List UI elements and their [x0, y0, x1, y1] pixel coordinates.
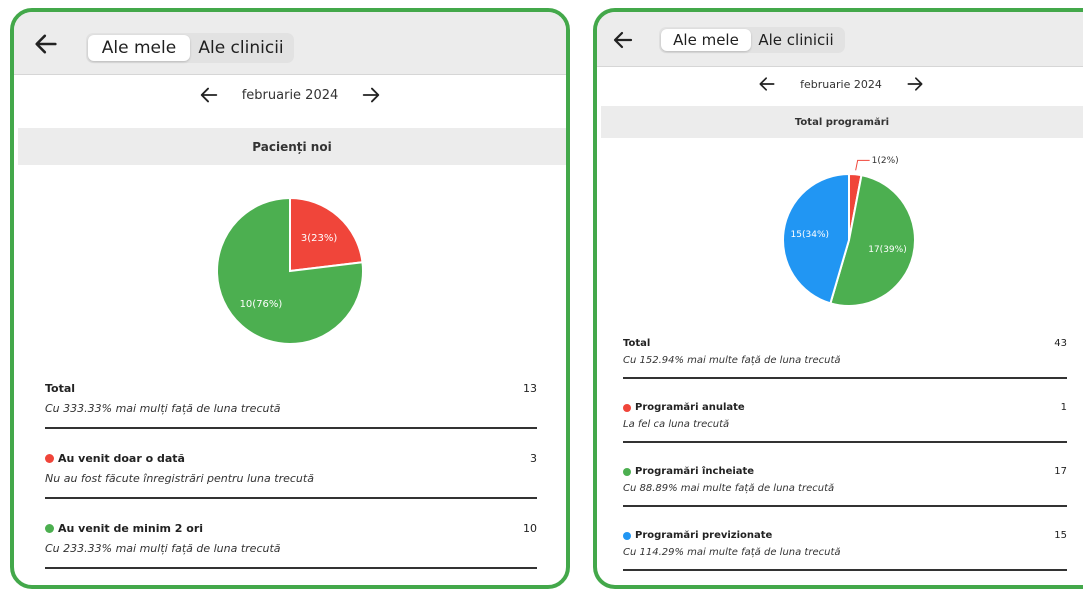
- stat-subtitle: Cu 114.29% mai multe față de luna trecut…: [623, 547, 841, 558]
- stat-row: Au venit de minim 2 ori 10 Cu 233.33% mai …: [45, 522, 537, 569]
- legend-dot-icon: [623, 403, 631, 412]
- month-navigator: februarie 2024: [14, 82, 566, 108]
- stat-subtitle: Cu 88.89% mai multe față de luna trecută: [623, 483, 835, 494]
- stat-row: Total 43 Cu 152.94% mai multe față de luna…: [623, 338, 1067, 379]
- next-month-icon[interactable]: [360, 84, 382, 106]
- prev-month-icon[interactable]: [198, 84, 220, 106]
- stat-title-text: Total: [623, 338, 651, 349]
- stat-value: 3: [530, 452, 537, 465]
- stat-title: Programări previzionate: [623, 530, 772, 541]
- stat-value: 13: [523, 382, 537, 395]
- pie-chart: 3(23%) 10(76%): [216, 196, 364, 345]
- legend-dot-icon: [45, 524, 54, 533]
- pie-slice-label: 15(34%): [791, 230, 829, 240]
- stat-title: Total: [623, 338, 650, 349]
- scope-toggle: Ale mele Ale clinicii: [86, 33, 294, 63]
- stat-value: 10: [523, 522, 537, 535]
- stat-value: 43: [1054, 338, 1067, 349]
- legend-dot-icon: [623, 531, 631, 540]
- stat-title-text: Programări anulate: [635, 402, 745, 413]
- back-arrow-icon[interactable]: [32, 30, 60, 58]
- stat-title: Programări anulate: [623, 402, 745, 413]
- tab-ale-mele[interactable]: Ale mele: [88, 35, 190, 61]
- stat-row: Programări anulate 1 La fel ca luna trecut…: [623, 402, 1067, 443]
- section-title: Total programări: [601, 106, 1083, 138]
- top-bar: Ale mele Ale clinicii: [14, 12, 566, 75]
- section-title: Pacienți noi: [18, 128, 566, 165]
- right-panel: Ale mele Ale clinicii februarie 2024 Tot…: [593, 8, 1083, 589]
- stat-value: 1: [1060, 402, 1067, 413]
- pie-slice-label: 3(23%): [301, 233, 337, 244]
- pie-chart: 1(2%) 17(39%) 15(34%): [782, 156, 916, 307]
- stat-title-text: Au venit de minim 2 ori: [58, 522, 204, 535]
- pie-slice-label: 10(76%): [240, 299, 283, 310]
- stat-subtitle: La fel ca luna trecută: [623, 419, 730, 430]
- stat-row: Total 13 Cu 333.33% mai mulți față de luna…: [45, 382, 537, 429]
- stat-row: Programări previzionate 15 Cu 114.29% mai …: [623, 530, 1067, 571]
- pie-slice-label: 1(2%): [872, 156, 899, 166]
- next-month-icon[interactable]: [905, 74, 925, 94]
- tab-ale-mele[interactable]: Ale mele: [661, 29, 751, 51]
- stat-title-text: Programări încheiate: [635, 466, 755, 477]
- legend-dot-icon: [623, 467, 631, 476]
- back-arrow-icon[interactable]: [611, 28, 635, 52]
- scope-toggle: Ale mele Ale clinicii: [659, 27, 845, 53]
- prev-month-icon[interactable]: [757, 74, 777, 94]
- stat-title-text: Au venit doar o dată: [58, 452, 185, 465]
- stat-subtitle: Nu au fost făcute înregistrări pentru lu…: [45, 472, 314, 485]
- month-navigator: februarie 2024: [597, 72, 1083, 96]
- stat-row: Au venit doar o dată 3 Nu au fost făcute î…: [45, 452, 537, 499]
- stat-title: Au venit de minim 2 ori: [45, 522, 203, 535]
- stat-title: Programări încheiate: [623, 466, 754, 477]
- tab-ale-clinicii[interactable]: Ale clinicii: [751, 29, 841, 51]
- pie-slice-label: 17(39%): [868, 245, 906, 255]
- stat-title-text: Total: [45, 382, 76, 395]
- pie-leader-line: [855, 159, 870, 171]
- month-label: februarie 2024: [241, 87, 339, 103]
- stat-subtitle: Cu 152.94% mai multe față de luna trecut…: [623, 355, 841, 366]
- stat-title: Au venit doar o dată: [45, 452, 185, 465]
- tab-ale-clinicii[interactable]: Ale clinicii: [190, 35, 292, 61]
- month-label: februarie 2024: [800, 77, 882, 91]
- stat-value: 15: [1054, 530, 1067, 541]
- top-bar: Ale mele Ale clinicii: [597, 12, 1083, 67]
- stat-value: 17: [1054, 466, 1067, 477]
- left-panel: Ale mele Ale clinicii februarie 2024 Pac…: [10, 8, 570, 589]
- stat-title-text: Programări previzionate: [635, 530, 773, 541]
- stat-subtitle: Cu 333.33% mai mulți față de luna trecut…: [45, 402, 281, 415]
- stat-row: Programări încheiate 17 Cu 88.89% mai mult…: [623, 466, 1067, 507]
- stat-subtitle: Cu 233.33% mai mulți față de luna trecut…: [45, 542, 281, 555]
- stat-title: Total: [45, 382, 75, 395]
- legend-dot-icon: [45, 454, 54, 463]
